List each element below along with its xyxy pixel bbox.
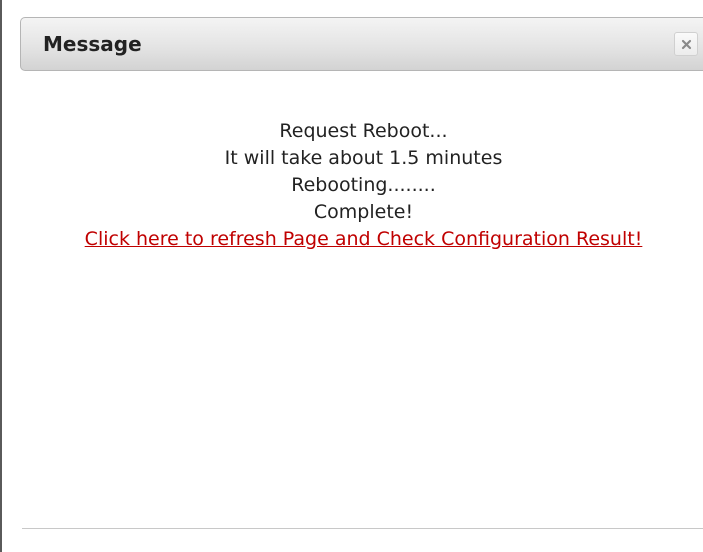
message-line-rebooting: Rebooting........ xyxy=(291,174,436,196)
message-dialog: Message Request Reboot... It will take a… xyxy=(0,0,703,552)
message-line-complete: Complete! xyxy=(313,201,414,223)
dialog-titlebar: Message xyxy=(20,17,703,71)
message-line-duration: It will take about 1.5 minutes xyxy=(224,147,503,169)
dialog-title: Message xyxy=(43,32,142,56)
refresh-page-link[interactable]: Click here to refresh Page and Check Con… xyxy=(22,226,703,253)
close-icon xyxy=(681,39,692,50)
message-line-request: Request Reboot... xyxy=(279,120,448,142)
close-button[interactable] xyxy=(674,32,698,56)
dialog-footer-divider xyxy=(22,528,703,529)
dialog-message: Request Reboot... It will take about 1.5… xyxy=(22,118,703,253)
